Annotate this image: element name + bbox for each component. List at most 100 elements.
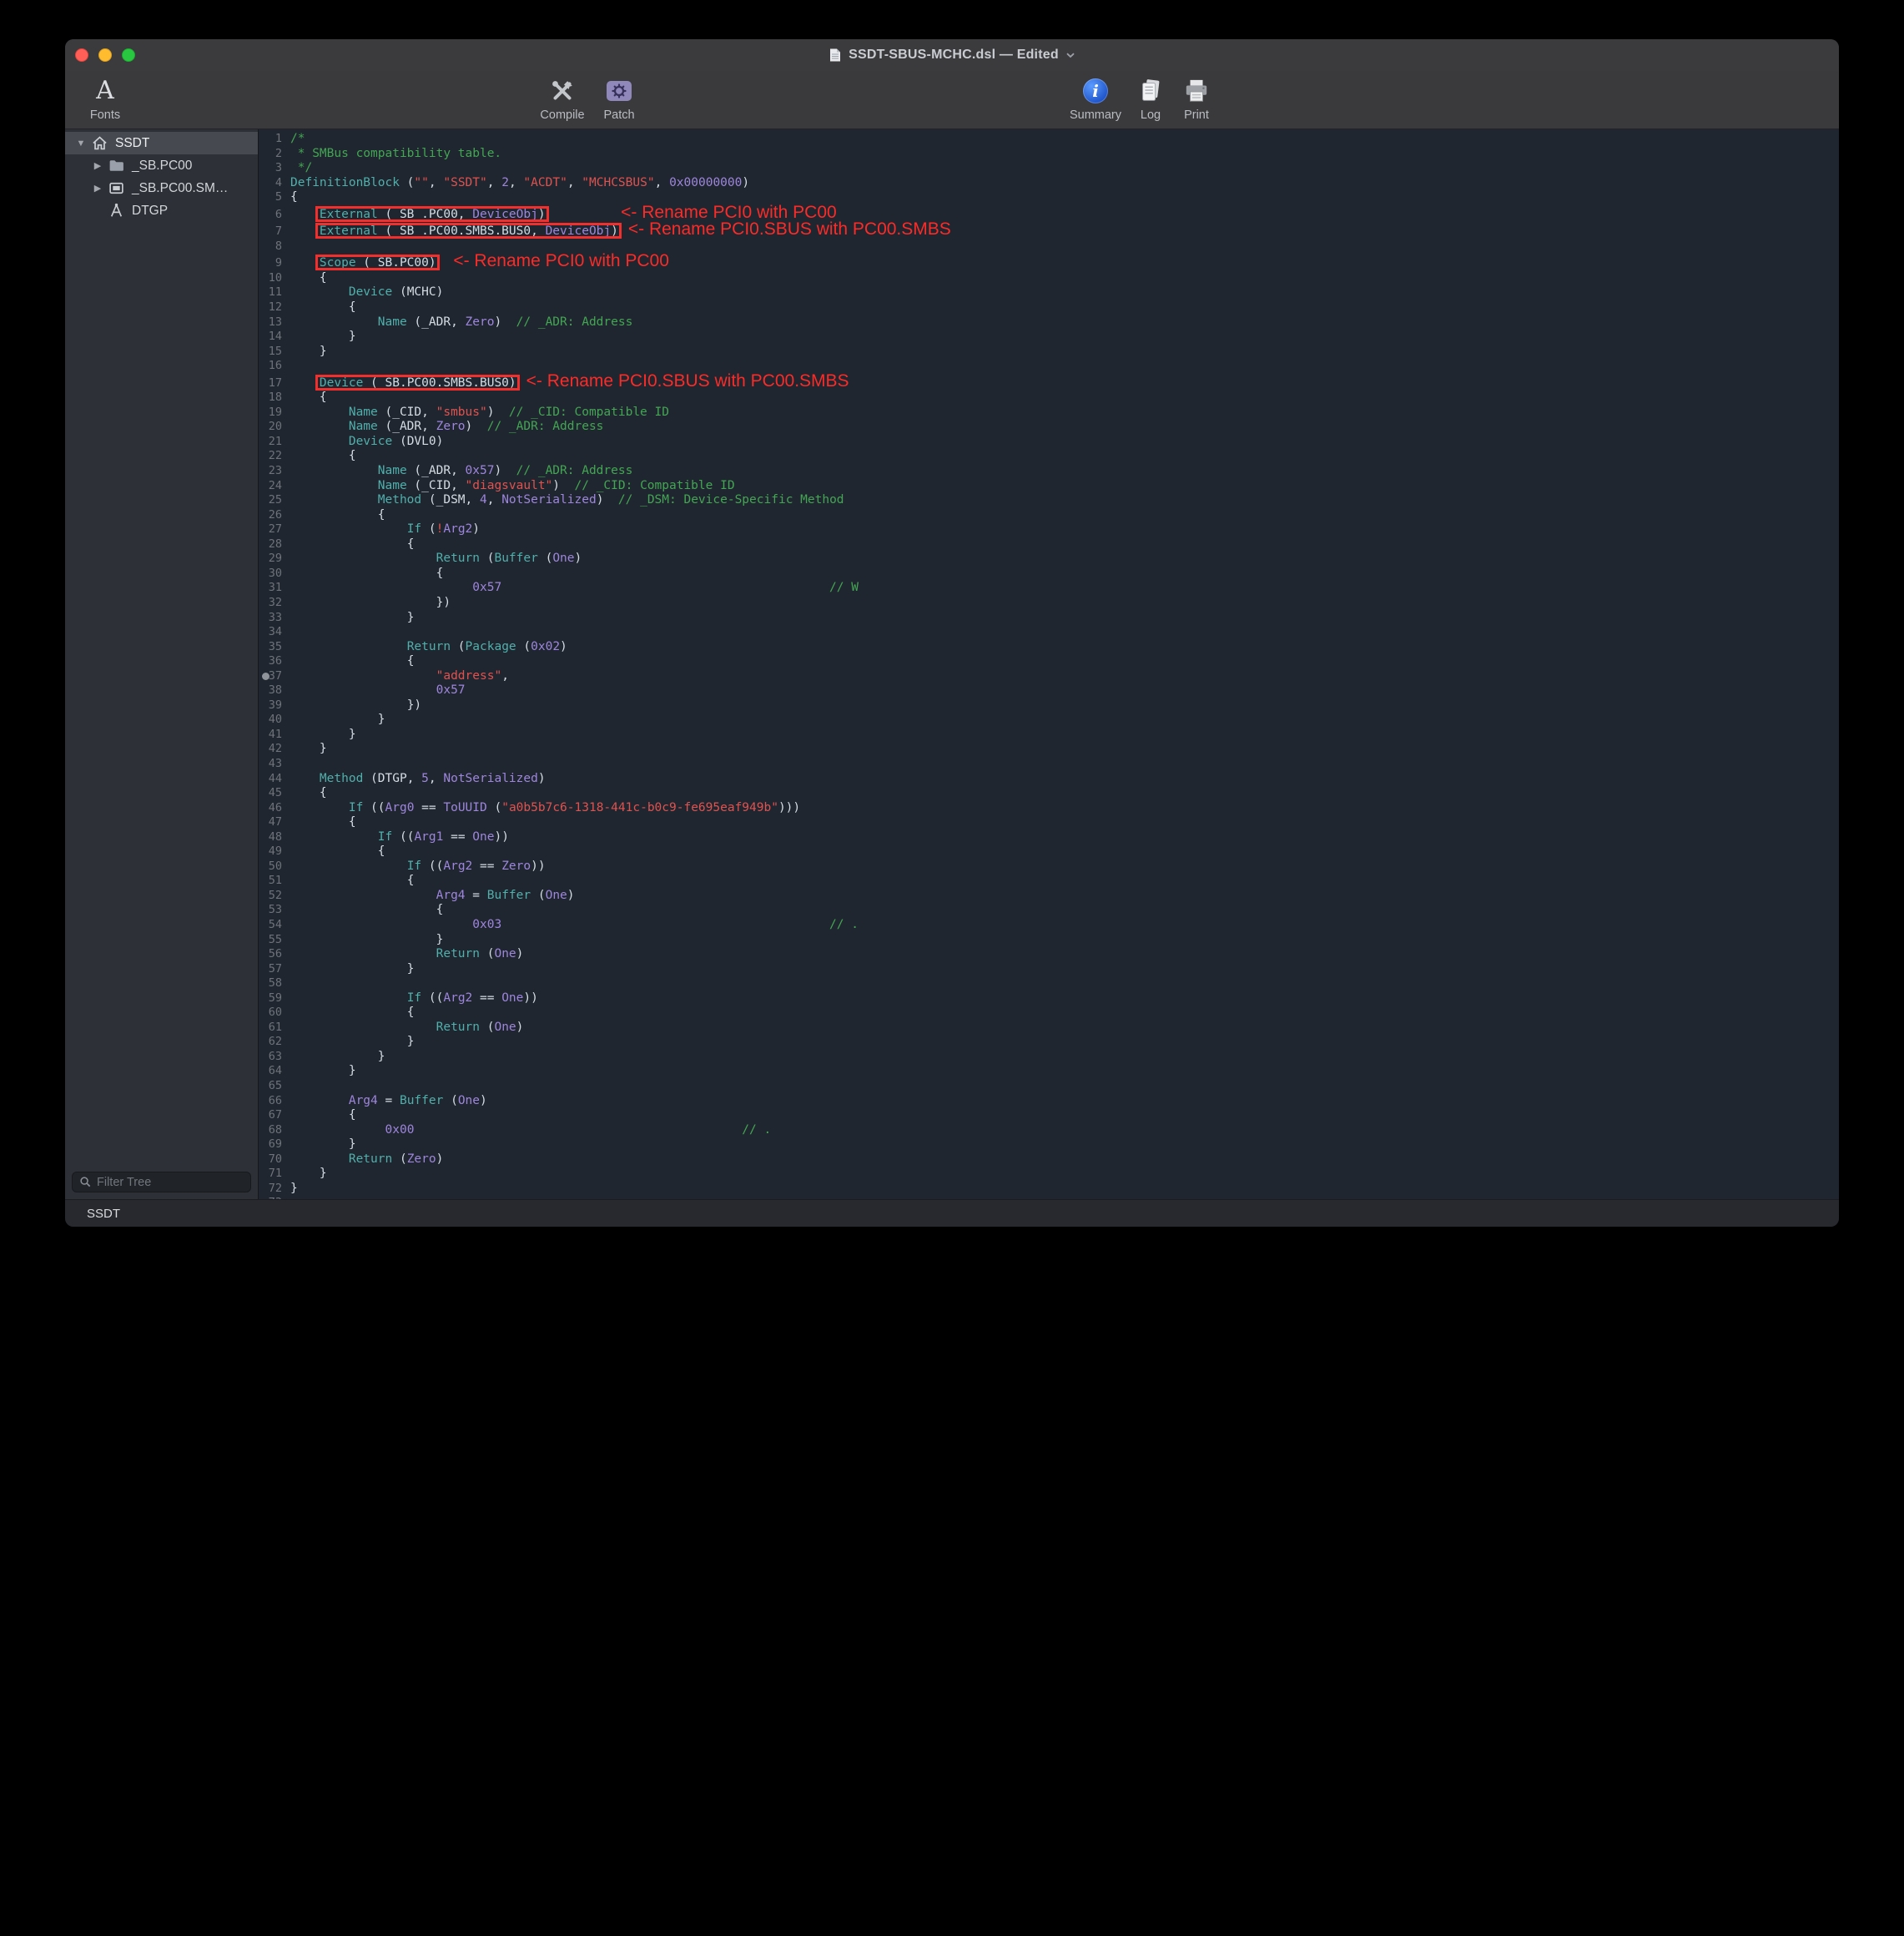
code-line: 22 { bbox=[259, 449, 1839, 464]
patch-label: Patch bbox=[587, 108, 651, 122]
code-line: 1/* bbox=[259, 132, 1839, 147]
line-number: 26 bbox=[259, 508, 290, 523]
code-line: 33 } bbox=[259, 611, 1839, 626]
disclosure-triangle-expanded[interactable]: ▼ bbox=[75, 139, 87, 149]
fonts-label: Fonts bbox=[73, 108, 137, 122]
code-line: 19 Name (_CID, "smbus") // _CID: Compati… bbox=[259, 406, 1839, 421]
code-line: 62 } bbox=[259, 1035, 1839, 1050]
line-marker-dot bbox=[262, 673, 269, 680]
code-line: 64 } bbox=[259, 1064, 1839, 1079]
line-number: 21 bbox=[259, 435, 290, 450]
line-number: 55 bbox=[259, 933, 290, 948]
code-line: 49 { bbox=[259, 844, 1839, 860]
code-line: 57 } bbox=[259, 962, 1839, 977]
title-chevron-down-icon[interactable] bbox=[1065, 52, 1075, 58]
code-line: 60 { bbox=[259, 1006, 1839, 1021]
code-line: 29 Return (Buffer (One) bbox=[259, 552, 1839, 567]
line-number: 12 bbox=[259, 300, 290, 315]
line-number: 49 bbox=[259, 844, 290, 860]
line-number: 61 bbox=[259, 1021, 290, 1036]
code-line: 23 Name (_ADR, 0x57) // _ADR: Address bbox=[259, 464, 1839, 479]
sidebar-item-sb-pc00-sm[interactable]: ▶ _SB.PC00.SM… bbox=[65, 177, 258, 199]
code-line: 46 If ((Arg0 == ToUUID ("a0b5b7c6-1318-4… bbox=[259, 801, 1839, 816]
code-line: 6 External (_SB_.PC00, DeviceObj) <- Ren… bbox=[259, 205, 1839, 223]
code-line: 18 { bbox=[259, 391, 1839, 406]
code-line: 70 Return (Zero) bbox=[259, 1152, 1839, 1167]
annotation-text: <- Rename PCI0 with PC00 bbox=[453, 251, 669, 270]
code-line: 66 Arg4 = Buffer (One) bbox=[259, 1094, 1839, 1109]
line-number: 9 bbox=[259, 256, 290, 271]
home-icon bbox=[91, 134, 108, 152]
code-line: 52 Arg4 = Buffer (One) bbox=[259, 889, 1839, 904]
code-line: 71 } bbox=[259, 1167, 1839, 1182]
fonts-button[interactable]: A Fonts bbox=[73, 75, 137, 122]
code-line: 5{ bbox=[259, 190, 1839, 205]
line-number: 23 bbox=[259, 464, 290, 479]
line-number: 36 bbox=[259, 654, 290, 669]
line-number: 65 bbox=[259, 1079, 290, 1094]
line-number: 18 bbox=[259, 391, 290, 406]
line-number: 13 bbox=[259, 315, 290, 330]
patch-button[interactable]: Patch bbox=[587, 75, 651, 122]
line-number: 57 bbox=[259, 962, 290, 977]
code-line: 35 Return (Package (0x02) bbox=[259, 640, 1839, 655]
code-line: 72} bbox=[259, 1182, 1839, 1197]
summary-button[interactable]: i Summary bbox=[1064, 75, 1127, 122]
code-line: 24 Name (_CID, "diagsvault") // _CID: Co… bbox=[259, 479, 1839, 494]
code-line: 51 { bbox=[259, 874, 1839, 889]
info-icon: i bbox=[1083, 78, 1108, 103]
sidebar-item-dtgp[interactable]: DTGP bbox=[65, 199, 258, 222]
sidebar-item-sb-pc00[interactable]: ▶ _SB.PC00 bbox=[65, 154, 258, 177]
line-number: 16 bbox=[259, 359, 290, 374]
sidebar-item-label: DTGP bbox=[132, 204, 168, 219]
line-number: 62 bbox=[259, 1035, 290, 1050]
code-line: 2 * SMBus compatibility table. bbox=[259, 147, 1839, 162]
line-number: 52 bbox=[259, 889, 290, 904]
code-line: 63 } bbox=[259, 1050, 1839, 1065]
line-number: 71 bbox=[259, 1167, 290, 1182]
code-line: 47 { bbox=[259, 815, 1839, 830]
code-line: 25 Method (_DSM, 4, NotSerialized) // _D… bbox=[259, 493, 1839, 508]
line-number: 68 bbox=[259, 1123, 290, 1138]
line-number: 35 bbox=[259, 640, 290, 655]
line-number: 6 bbox=[259, 208, 290, 223]
sidebar-item-label: SSDT bbox=[115, 136, 149, 151]
filter-tree-input[interactable] bbox=[97, 1176, 244, 1189]
line-number: 32 bbox=[259, 596, 290, 611]
line-number: 5 bbox=[259, 190, 290, 205]
line-number: 29 bbox=[259, 552, 290, 567]
line-number: 17 bbox=[259, 376, 290, 391]
annotation-text: <- Rename PCI0.SBUS with PC00.SMBS bbox=[628, 219, 951, 239]
line-number: 54 bbox=[259, 918, 290, 933]
disclosure-triangle-collapsed[interactable]: ▶ bbox=[92, 183, 103, 194]
filter-tree-field bbox=[72, 1172, 251, 1192]
code-line: 4DefinitionBlock ("", "SSDT", 2, "ACDT",… bbox=[259, 176, 1839, 191]
line-number: 69 bbox=[259, 1137, 290, 1152]
disclosure-triangle-collapsed[interactable]: ▶ bbox=[92, 160, 103, 171]
code-line: 37 "address", bbox=[259, 669, 1839, 684]
line-number: 50 bbox=[259, 860, 290, 875]
app-window: SSDT-SBUS-MCHC.dsl — Edited A Fonts Comp… bbox=[65, 39, 1839, 1227]
code-line: 32 }) bbox=[259, 596, 1839, 611]
line-number: 33 bbox=[259, 611, 290, 626]
line-number: 31 bbox=[259, 581, 290, 596]
line-number: 43 bbox=[259, 757, 290, 772]
code-line: 54 0x03 // . bbox=[259, 918, 1839, 933]
code-line: 59 If ((Arg2 == One)) bbox=[259, 991, 1839, 1006]
code-line: 68 0x00 // . bbox=[259, 1123, 1839, 1138]
code-line: 14 } bbox=[259, 330, 1839, 345]
toolbar: A Fonts Compile Patch i Summary Log bbox=[65, 71, 1839, 129]
code-editor[interactable]: 1/*2 * SMBus compatibility table.3 */4De… bbox=[259, 129, 1839, 1199]
line-number: 7 bbox=[259, 224, 290, 239]
sidebar-item-ssdt[interactable]: ▼ SSDT bbox=[65, 132, 258, 154]
sidebar-item-label: _SB.PC00.SM… bbox=[132, 181, 228, 196]
window-title: SSDT-SBUS-MCHC.dsl — Edited bbox=[849, 48, 1059, 63]
line-number: 10 bbox=[259, 271, 290, 286]
print-button[interactable]: Print bbox=[1165, 75, 1228, 122]
document-icon bbox=[829, 48, 842, 63]
line-number: 45 bbox=[259, 786, 290, 801]
code-line: 27 If (!Arg2) bbox=[259, 522, 1839, 537]
code-line: 55 } bbox=[259, 933, 1839, 948]
annotation-box: Scope (_SB.PC00) bbox=[320, 256, 436, 270]
compile-button[interactable]: Compile bbox=[531, 75, 594, 122]
